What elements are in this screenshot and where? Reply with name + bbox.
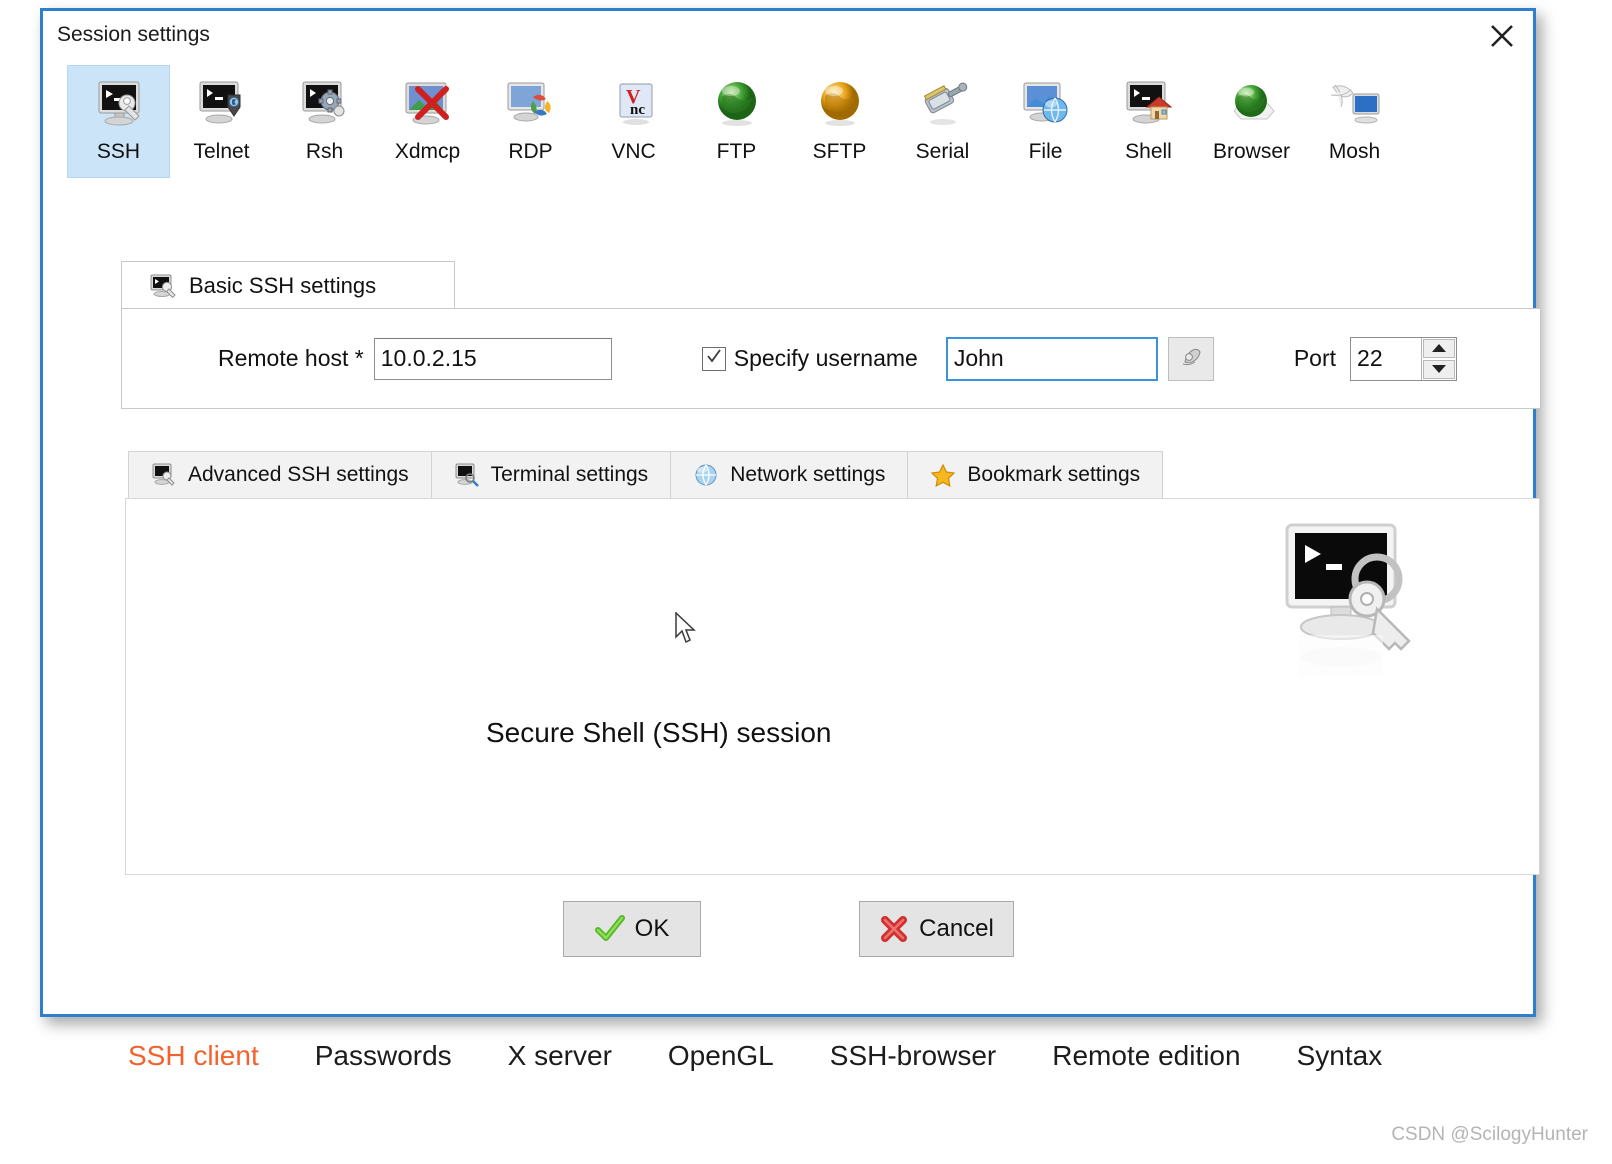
- nav-link-x-server[interactable]: X server: [508, 1040, 612, 1072]
- protocol-label: Shell: [1125, 140, 1172, 163]
- mosh-icon: [1323, 76, 1387, 134]
- ssh-icon: [87, 76, 151, 134]
- ftp-icon: [705, 76, 769, 134]
- watermark: CSDN @ScilogyHunter: [1391, 1124, 1588, 1145]
- tab-terminal-settings[interactable]: Terminal settings: [430, 451, 672, 499]
- nav-link-syntax[interactable]: Syntax: [1297, 1040, 1383, 1072]
- port-stepper[interactable]: [1350, 336, 1458, 381]
- green-check-icon: [594, 915, 625, 943]
- rdp-icon: [499, 76, 563, 134]
- protocol-item-sftp[interactable]: SFTP: [788, 65, 891, 178]
- username-input[interactable]: [945, 336, 1158, 381]
- browser-icon: [1220, 76, 1284, 134]
- nav-link-passwords[interactable]: Passwords: [315, 1040, 452, 1072]
- mouse-pointer-icon: [674, 611, 700, 646]
- shell-icon: [1117, 76, 1181, 134]
- protocol-label: SFTP: [812, 140, 867, 163]
- sftp-icon: [808, 76, 872, 134]
- tab-basic-ssh-settings[interactable]: Basic SSH settings: [121, 261, 455, 309]
- dialog-title: Session settings: [57, 23, 210, 46]
- button-label: OK: [634, 915, 670, 942]
- tab-label: Basic SSH settings: [189, 272, 377, 298]
- port-input[interactable]: [1351, 337, 1422, 380]
- vnc-icon: V nc: [602, 76, 666, 134]
- nav-link-remote-edition[interactable]: Remote edition: [1052, 1040, 1240, 1072]
- ssh-icon: [149, 274, 177, 298]
- close-icon: [1489, 23, 1515, 49]
- protocol-item-ssh[interactable]: SSH: [67, 65, 170, 178]
- protocol-toolbar: SSH Telnet Rsh Xdmcp RDP V nc VNC FTP SF…: [67, 65, 1507, 185]
- ok-button[interactable]: OK: [563, 901, 701, 957]
- protocol-item-telnet[interactable]: Telnet: [170, 65, 273, 178]
- telnet-icon: [190, 76, 254, 134]
- protocol-item-mosh[interactable]: Mosh: [1303, 65, 1406, 178]
- user-browse-icon: [1177, 342, 1205, 375]
- tab-bookmark-settings[interactable]: Bookmark settings: [907, 451, 1164, 499]
- basic-settings-group: Basic SSH settings Remote host * Specify…: [121, 261, 1541, 409]
- protocol-item-serial[interactable]: Serial: [891, 65, 994, 178]
- bottom-nav: SSH client Passwords X server OpenGL SSH…: [0, 1040, 1612, 1072]
- protocol-label: Serial: [915, 140, 970, 163]
- remote-host-label: Remote host *: [218, 345, 364, 371]
- protocol-label: VNC: [611, 140, 656, 163]
- rsh-icon: [293, 76, 357, 134]
- protocol-label: Rsh: [305, 140, 344, 163]
- ssh-icon: [151, 463, 177, 487]
- basic-settings-body: Remote host * Specify username: [121, 308, 1541, 409]
- remote-host-input[interactable]: [373, 337, 612, 380]
- checkmark-icon: [705, 347, 723, 370]
- cancel-button[interactable]: Cancel: [859, 901, 1014, 957]
- session-caption: Secure Shell (SSH) session: [486, 717, 832, 748]
- protocol-label: Mosh: [1328, 140, 1381, 163]
- protocol-item-browser[interactable]: Browser: [1200, 65, 1303, 178]
- protocol-item-rdp[interactable]: RDP: [479, 65, 582, 178]
- protocol-label: Xdmcp: [394, 140, 461, 163]
- red-cross-icon: [879, 915, 909, 943]
- specify-username-label: Specify username: [733, 345, 918, 371]
- spinner-down-icon[interactable]: [1423, 359, 1456, 379]
- specify-username-checkbox[interactable]: [701, 346, 726, 371]
- star-icon: [930, 463, 956, 488]
- nav-link-ssh-client[interactable]: SSH client: [128, 1040, 259, 1072]
- browse-user-button[interactable]: [1167, 336, 1214, 381]
- spinner-up-icon[interactable]: [1423, 338, 1456, 358]
- xdmcp-icon: [396, 76, 460, 134]
- file-icon: [1014, 76, 1078, 134]
- session-settings-dialog: Session settings SSH Telnet Rsh Xdmcp RD…: [40, 8, 1541, 1017]
- protocol-item-file[interactable]: File: [994, 65, 1097, 178]
- nav-link-ssh-browser[interactable]: SSH-browser: [830, 1040, 996, 1072]
- tab-network-settings[interactable]: Network settings: [670, 451, 909, 499]
- terminal-icon: [454, 463, 480, 487]
- protocol-label: FTP: [716, 140, 757, 163]
- tab-label: Advanced SSH settings: [188, 463, 409, 486]
- tab-label: Network settings: [730, 463, 886, 486]
- port-label: Port: [1293, 345, 1337, 371]
- dialog-title-bar: Session settings: [43, 11, 1533, 61]
- close-button[interactable]: [1479, 17, 1525, 55]
- settings-tab-strip: Advanced SSH settings Terminal settings: [128, 451, 1164, 499]
- protocol-item-shell[interactable]: Shell: [1097, 65, 1200, 178]
- protocol-label: SSH: [96, 140, 141, 163]
- protocol-label: File: [1028, 140, 1063, 163]
- tab-label: Terminal settings: [490, 463, 649, 486]
- session-preview-panel: Secure Shell (SSH) session: [125, 498, 1540, 875]
- dialog-action-row: OK Cancel: [43, 901, 1533, 961]
- protocol-item-rsh[interactable]: Rsh: [273, 65, 376, 178]
- serial-icon: [911, 76, 975, 134]
- protocol-label: RDP: [508, 140, 553, 163]
- globe-icon: [693, 463, 719, 487]
- protocol-item-vnc[interactable]: V nc VNC: [582, 65, 685, 178]
- protocol-label: Telnet: [193, 140, 250, 163]
- svg-text:nc: nc: [630, 102, 645, 118]
- protocol-item-ftp[interactable]: FTP: [685, 65, 788, 178]
- tab-advanced-ssh-settings[interactable]: Advanced SSH settings: [128, 451, 432, 499]
- tab-label: Bookmark settings: [967, 463, 1141, 486]
- nav-link-opengl[interactable]: OpenGL: [668, 1040, 774, 1072]
- protocol-item-xdmcp[interactable]: Xdmcp: [376, 65, 479, 178]
- ssh-session-monitor-key-icon: [1269, 517, 1429, 717]
- button-label: Cancel: [919, 915, 994, 942]
- protocol-label: Browser: [1212, 140, 1291, 163]
